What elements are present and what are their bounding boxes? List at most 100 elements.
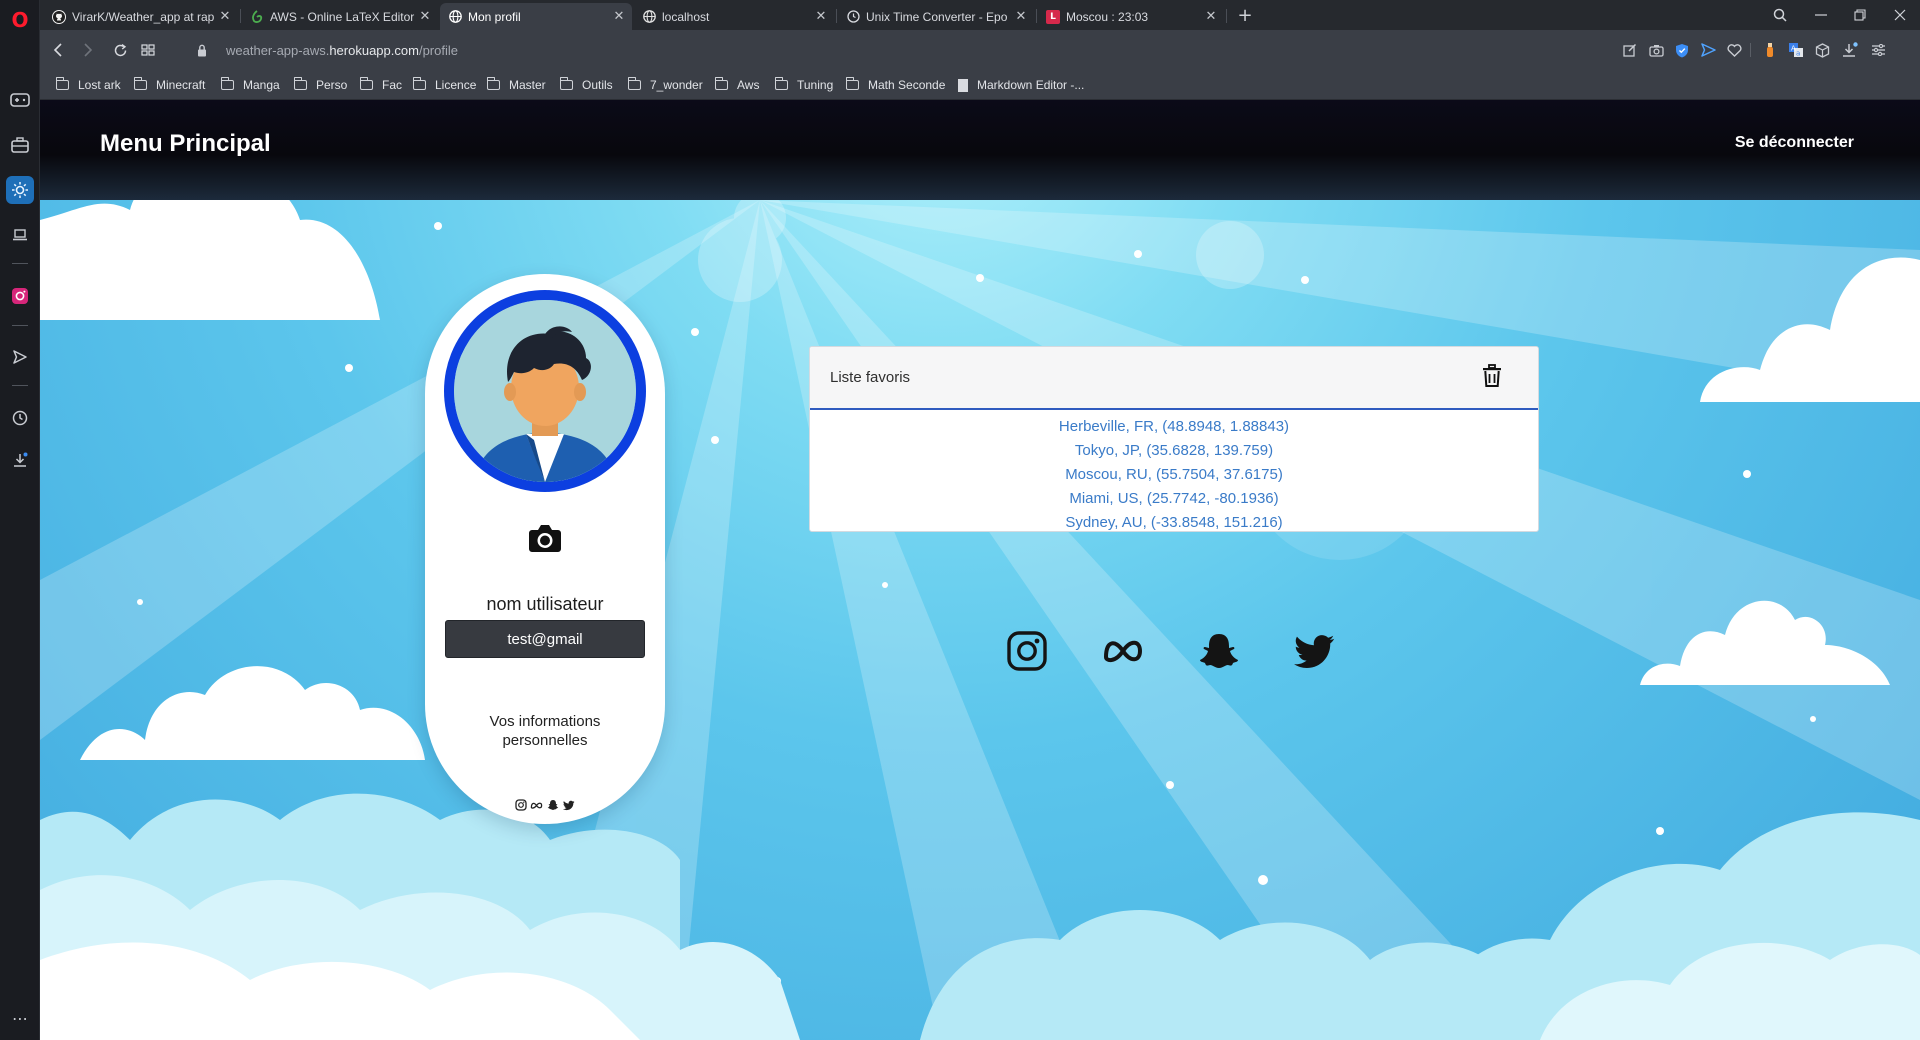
tab-mon-profil[interactable]: Mon profil ✕ [440, 3, 632, 30]
gaming-icon[interactable] [6, 86, 34, 114]
bookmark-folder-outils[interactable]: Outils [559, 76, 613, 94]
opera-logo-icon[interactable]: O [6, 6, 34, 34]
tab-divider [1036, 9, 1037, 23]
folder-icon [845, 77, 859, 90]
favorites-list: Herbeville, FR, (48.8948, 1.88843) Tokyo… [810, 415, 1538, 531]
instagram-icon[interactable] [1006, 630, 1048, 672]
folder-icon [412, 77, 426, 90]
favorite-city-link[interactable]: Tokyo, JP, (35.6828, 139.759) [810, 439, 1538, 463]
favorite-city-link[interactable]: Moscou, RU, (55.7504, 37.6175) [810, 463, 1538, 487]
easy-setup-icon[interactable] [1868, 40, 1888, 60]
close-tab-icon[interactable]: ✕ [416, 9, 434, 24]
camera-snapshot-icon[interactable] [1646, 40, 1666, 60]
tab-label: Moscou : 23:03 [1066, 9, 1149, 24]
browser-sidebar: O ⋯ [0, 0, 40, 1040]
tab-moscou[interactable]: L Moscou : 23:03 ✕ [1038, 3, 1224, 30]
tab-unix-time[interactable]: Unix Time Converter - Epo ✕ [838, 3, 1034, 30]
reload-button[interactable] [106, 36, 134, 64]
bookmark-folder-7-wonder[interactable]: 7_wonder [627, 76, 703, 94]
bookmark-markdown-editor[interactable]: Markdown Editor -... [958, 76, 1084, 94]
folder-icon [55, 77, 69, 90]
folder-icon [774, 77, 788, 90]
favorites-header: Liste favoris [810, 347, 1538, 410]
folder-icon [133, 77, 147, 90]
tab-divider [1226, 9, 1227, 23]
sidebar-divider [12, 385, 28, 386]
twitter-icon[interactable] [1294, 630, 1336, 672]
latex-icon: L [1046, 9, 1060, 24]
extensions-cube-icon[interactable] [1812, 40, 1832, 60]
more-options-icon[interactable]: ⋯ [6, 1004, 34, 1032]
url-path: /profile [418, 42, 458, 58]
downloads-icon[interactable] [1840, 40, 1860, 60]
briefcase-icon[interactable] [6, 131, 34, 159]
bookmark-folder-aws[interactable]: Aws [714, 76, 759, 94]
instagram-icon[interactable] [6, 282, 34, 310]
tab-localhost[interactable]: localhost ✕ [634, 3, 834, 30]
close-tab-icon[interactable]: ✕ [1202, 9, 1220, 24]
folder-icon [486, 77, 500, 90]
sidebar-divider [12, 263, 28, 264]
bookmark-folder-minecraft[interactable]: Minecraft [133, 76, 205, 94]
lock-icon[interactable] [188, 36, 216, 64]
bookmark-folder-perso[interactable]: Perso [293, 76, 347, 94]
close-tab-icon[interactable]: ✕ [216, 9, 234, 24]
personal-info-link[interactable]: Vos informations personnelles [455, 712, 635, 750]
favorite-city-link[interactable]: Sydney, AU, (-33.8548, 151.216) [810, 511, 1538, 531]
send-flow-icon[interactable] [1698, 40, 1718, 60]
change-photo-camera-icon[interactable] [528, 523, 562, 553]
bookmark-folder-fac[interactable]: Fac [359, 76, 402, 94]
close-window-icon[interactable] [1880, 0, 1920, 30]
page-header: Menu Principal Se déconnecter [40, 100, 1920, 200]
search-tabs-icon[interactable] [1760, 0, 1800, 30]
bookmark-folder-manga[interactable]: Manga [220, 76, 280, 94]
close-tab-icon[interactable]: ✕ [610, 9, 628, 24]
bookmark-folder-licence[interactable]: Licence [412, 76, 476, 94]
tab-grid-icon[interactable] [134, 36, 162, 64]
translate-icon[interactable]: Aa [1786, 40, 1806, 60]
bookmark-folder-math-seconde[interactable]: Math Seconde [845, 76, 945, 94]
favorite-city-link[interactable]: Miami, US, (25.7742, -80.1936) [810, 487, 1538, 511]
close-tab-icon[interactable]: ✕ [812, 9, 830, 24]
bookmark-folder-master[interactable]: Master [486, 76, 546, 94]
email-display: test@gmail [445, 620, 645, 658]
favorite-city-link[interactable]: Herbeville, FR, (48.8948, 1.88843) [810, 415, 1538, 439]
url-field[interactable]: weather-app-aws. herokuapp.com/profile [226, 40, 458, 60]
logout-button[interactable]: Se déconnecter [1735, 134, 1854, 152]
meta-icon[interactable] [530, 799, 543, 812]
snapchat-icon[interactable] [1198, 630, 1240, 672]
delete-favorites-trash-icon[interactable] [1482, 364, 1502, 388]
favorites-card: Liste favoris Herbeville, FR, (48.8948, … [809, 346, 1539, 532]
restore-icon[interactable] [1840, 0, 1880, 30]
minimize-icon[interactable] [1801, 0, 1841, 30]
edit-screenshot-icon[interactable] [1620, 40, 1640, 60]
forward-button[interactable] [74, 36, 102, 64]
folder-icon [714, 77, 728, 90]
overleaf-icon [250, 9, 264, 24]
heart-icon[interactable] [1724, 40, 1744, 60]
bookmark-label: 7_wonder [650, 78, 703, 92]
meta-icon[interactable] [1102, 630, 1144, 672]
page-icon [958, 78, 968, 92]
vpn-shield-icon[interactable] [1672, 40, 1692, 60]
new-tab-button[interactable]: + [1232, 0, 1258, 30]
snapchat-icon[interactable] [547, 799, 560, 812]
download-icon[interactable] [6, 446, 34, 474]
bookmark-folder-tuning[interactable]: Tuning [774, 76, 833, 94]
twitter-icon[interactable] [563, 799, 576, 812]
back-button[interactable] [44, 36, 72, 64]
close-tab-icon[interactable]: ✕ [1012, 9, 1030, 24]
weather-sun-icon[interactable] [6, 176, 34, 204]
bookmark-label: Markdown Editor -... [977, 78, 1085, 92]
send-icon[interactable] [6, 343, 34, 371]
tab-overleaf[interactable]: AWS - Online LaTeX Editor ✕ [242, 3, 438, 30]
tab-github[interactable]: VirarK/Weather_app at rap ✕ [44, 3, 238, 30]
bookmark-folder-lost-ark[interactable]: Lost ark [55, 76, 121, 94]
main-menu-link[interactable]: Menu Principal [100, 130, 271, 158]
extension-bottle-icon[interactable] [1760, 40, 1780, 60]
tab-label: Mon profil [468, 9, 521, 24]
instagram-icon[interactable] [514, 799, 527, 812]
history-clock-icon[interactable] [6, 404, 34, 432]
github-icon [52, 9, 66, 24]
laptop-icon[interactable] [6, 221, 34, 249]
